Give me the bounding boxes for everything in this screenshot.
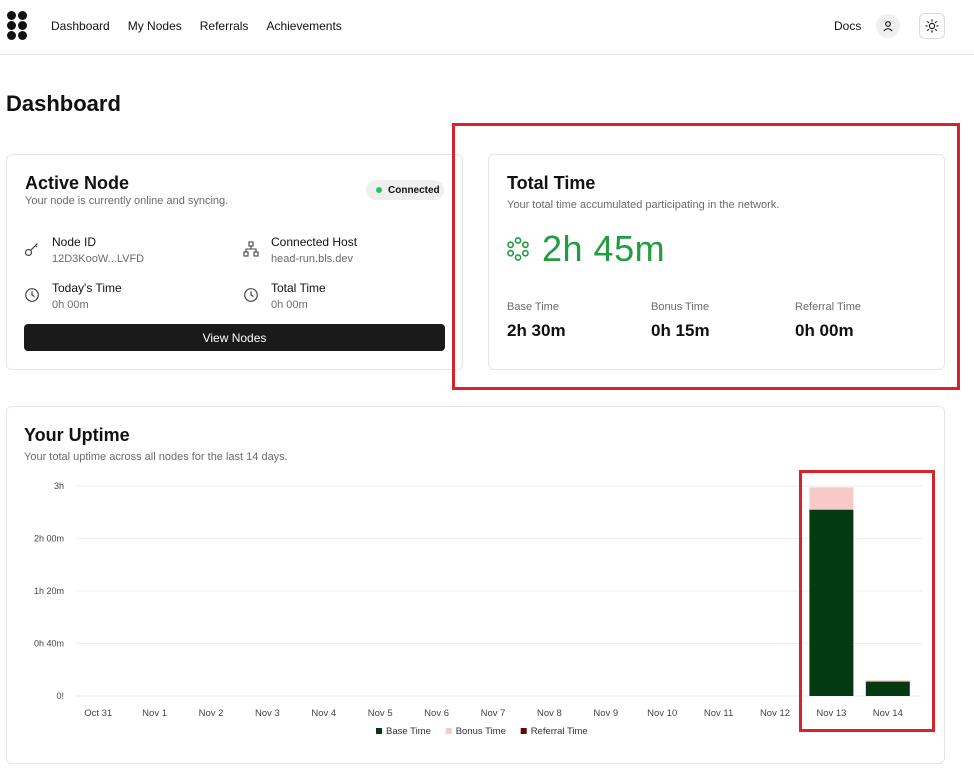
y-tick-label: 0! [56, 691, 64, 701]
connected-host-value: head-run.bls.dev [271, 253, 353, 265]
node-id-value: 12D3KooW...LVFD [52, 253, 145, 265]
x-tick-label: Nov 6 [424, 708, 449, 719]
node-total-time-info: Total Time 0h 00m [243, 281, 326, 311]
connected-host-label: Connected Host [271, 235, 358, 249]
x-tick-label: Nov 3 [255, 708, 280, 719]
top-navigation-bar: Dashboard My Nodes Referrals Achievement… [0, 0, 974, 55]
bonus-time-label: Bonus Time [651, 301, 710, 313]
x-tick-label: Nov 5 [368, 708, 393, 719]
user-button[interactable] [876, 14, 900, 38]
legend-label: Bonus Time [456, 726, 506, 737]
docs-link[interactable]: Docs [834, 19, 861, 33]
bar-segment-base-time [809, 509, 854, 696]
nav-achievements[interactable]: Achievements [266, 19, 341, 33]
network-nodes-icon [507, 237, 529, 261]
referral-time-label: Referral Time [795, 301, 862, 313]
x-tick-label: Nov 7 [481, 708, 506, 719]
user-icon [883, 21, 893, 32]
network-icon [243, 241, 259, 257]
bar-segment-bonus-time [809, 487, 854, 510]
nav-referrals[interactable]: Referrals [200, 19, 249, 33]
status-badge-label: Connected [388, 184, 440, 196]
status-dot-icon [376, 187, 382, 193]
total-time-subtitle: Your total time accumulated participatin… [507, 199, 780, 211]
x-tick-label: Nov 11 [704, 708, 733, 719]
active-node-title: Active Node [25, 173, 130, 193]
clock-icon [25, 288, 39, 302]
node-id-label: Node ID [52, 235, 97, 249]
todays-time-value: 0h 00m [52, 299, 89, 311]
x-tick-label: Nov 4 [311, 708, 336, 719]
uptime-title: Your Uptime [24, 425, 130, 445]
base-time-label: Base Time [507, 301, 559, 313]
x-tick-label: Nov 1 [142, 708, 167, 719]
sun-icon [925, 19, 939, 33]
y-tick-label: 3h [54, 481, 64, 491]
referral-time-stat: Referral Time 0h 00m [795, 301, 861, 341]
bar-segment-bonus-time [865, 680, 910, 682]
y-tick-label: 2h 00m [34, 534, 64, 544]
bonus-time-stat: Bonus Time 0h 15m [651, 301, 710, 341]
legend-swatch [376, 728, 382, 734]
todays-time-info: Today's Time 0h 00m [24, 281, 122, 311]
x-tick-label: Nov 8 [537, 708, 562, 719]
legend-label: Base Time [386, 726, 431, 737]
status-badge: Connected [366, 180, 444, 200]
node-total-time-value: 0h 00m [271, 299, 308, 311]
x-tick-label: Nov 14 [873, 708, 903, 719]
legend-swatch [520, 728, 527, 734]
referral-time-value: 0h 00m [795, 321, 854, 340]
node-total-time-label: Total Time [271, 281, 326, 295]
theme-toggle-button[interactable] [919, 13, 945, 39]
key-icon [24, 243, 38, 257]
legend-swatch [445, 728, 452, 734]
todays-time-label: Today's Time [52, 281, 122, 295]
uptime-chart: 0! 0h 40m 1h 20m 2h 00m 3h Oct 31 Nov 1 Nov 2 No… [34, 481, 922, 737]
view-nodes-button[interactable]: View Nodes [24, 324, 445, 351]
y-tick-label: 1h 20m [34, 586, 64, 596]
connected-host-info: Connected Host head-run.bls.dev [243, 235, 357, 265]
logo-icon[interactable] [6, 10, 28, 42]
x-tick-label: Oct 31 [84, 708, 112, 719]
bonus-time-value: 0h 15m [651, 321, 710, 340]
x-tick-label: Nov 12 [760, 708, 790, 719]
clock-icon [244, 288, 258, 302]
legend-label: Referral Time [531, 726, 588, 737]
total-time-title: Total Time [507, 173, 596, 193]
x-tick-label: Nov 9 [593, 708, 618, 719]
x-tick-label: Nov 10 [647, 708, 677, 719]
nav-my-nodes[interactable]: My Nodes [128, 19, 182, 33]
main-nav: Dashboard My Nodes Referrals Achievement… [51, 19, 342, 33]
node-id-info: Node ID 12D3KooW...LVFD [24, 235, 144, 265]
base-time-value: 2h 30m [507, 321, 566, 340]
x-tick-label: Nov 2 [199, 708, 224, 719]
nav-dashboard[interactable]: Dashboard [51, 19, 110, 33]
uptime-subtitle: Your total uptime across all nodes for t… [24, 451, 288, 463]
bar-segment-base-time [865, 681, 910, 696]
total-time-value: 2h 45m [542, 228, 666, 269]
x-tick-label: Nov 13 [816, 708, 846, 719]
base-time-stat: Base Time 2h 30m [507, 301, 566, 341]
page-title: Dashboard [6, 91, 121, 116]
active-node-subtitle: Your node is currently online and syncin… [25, 195, 229, 207]
y-tick-label: 0h 40m [34, 639, 64, 649]
total-time-display: 2h 45m [506, 228, 665, 270]
